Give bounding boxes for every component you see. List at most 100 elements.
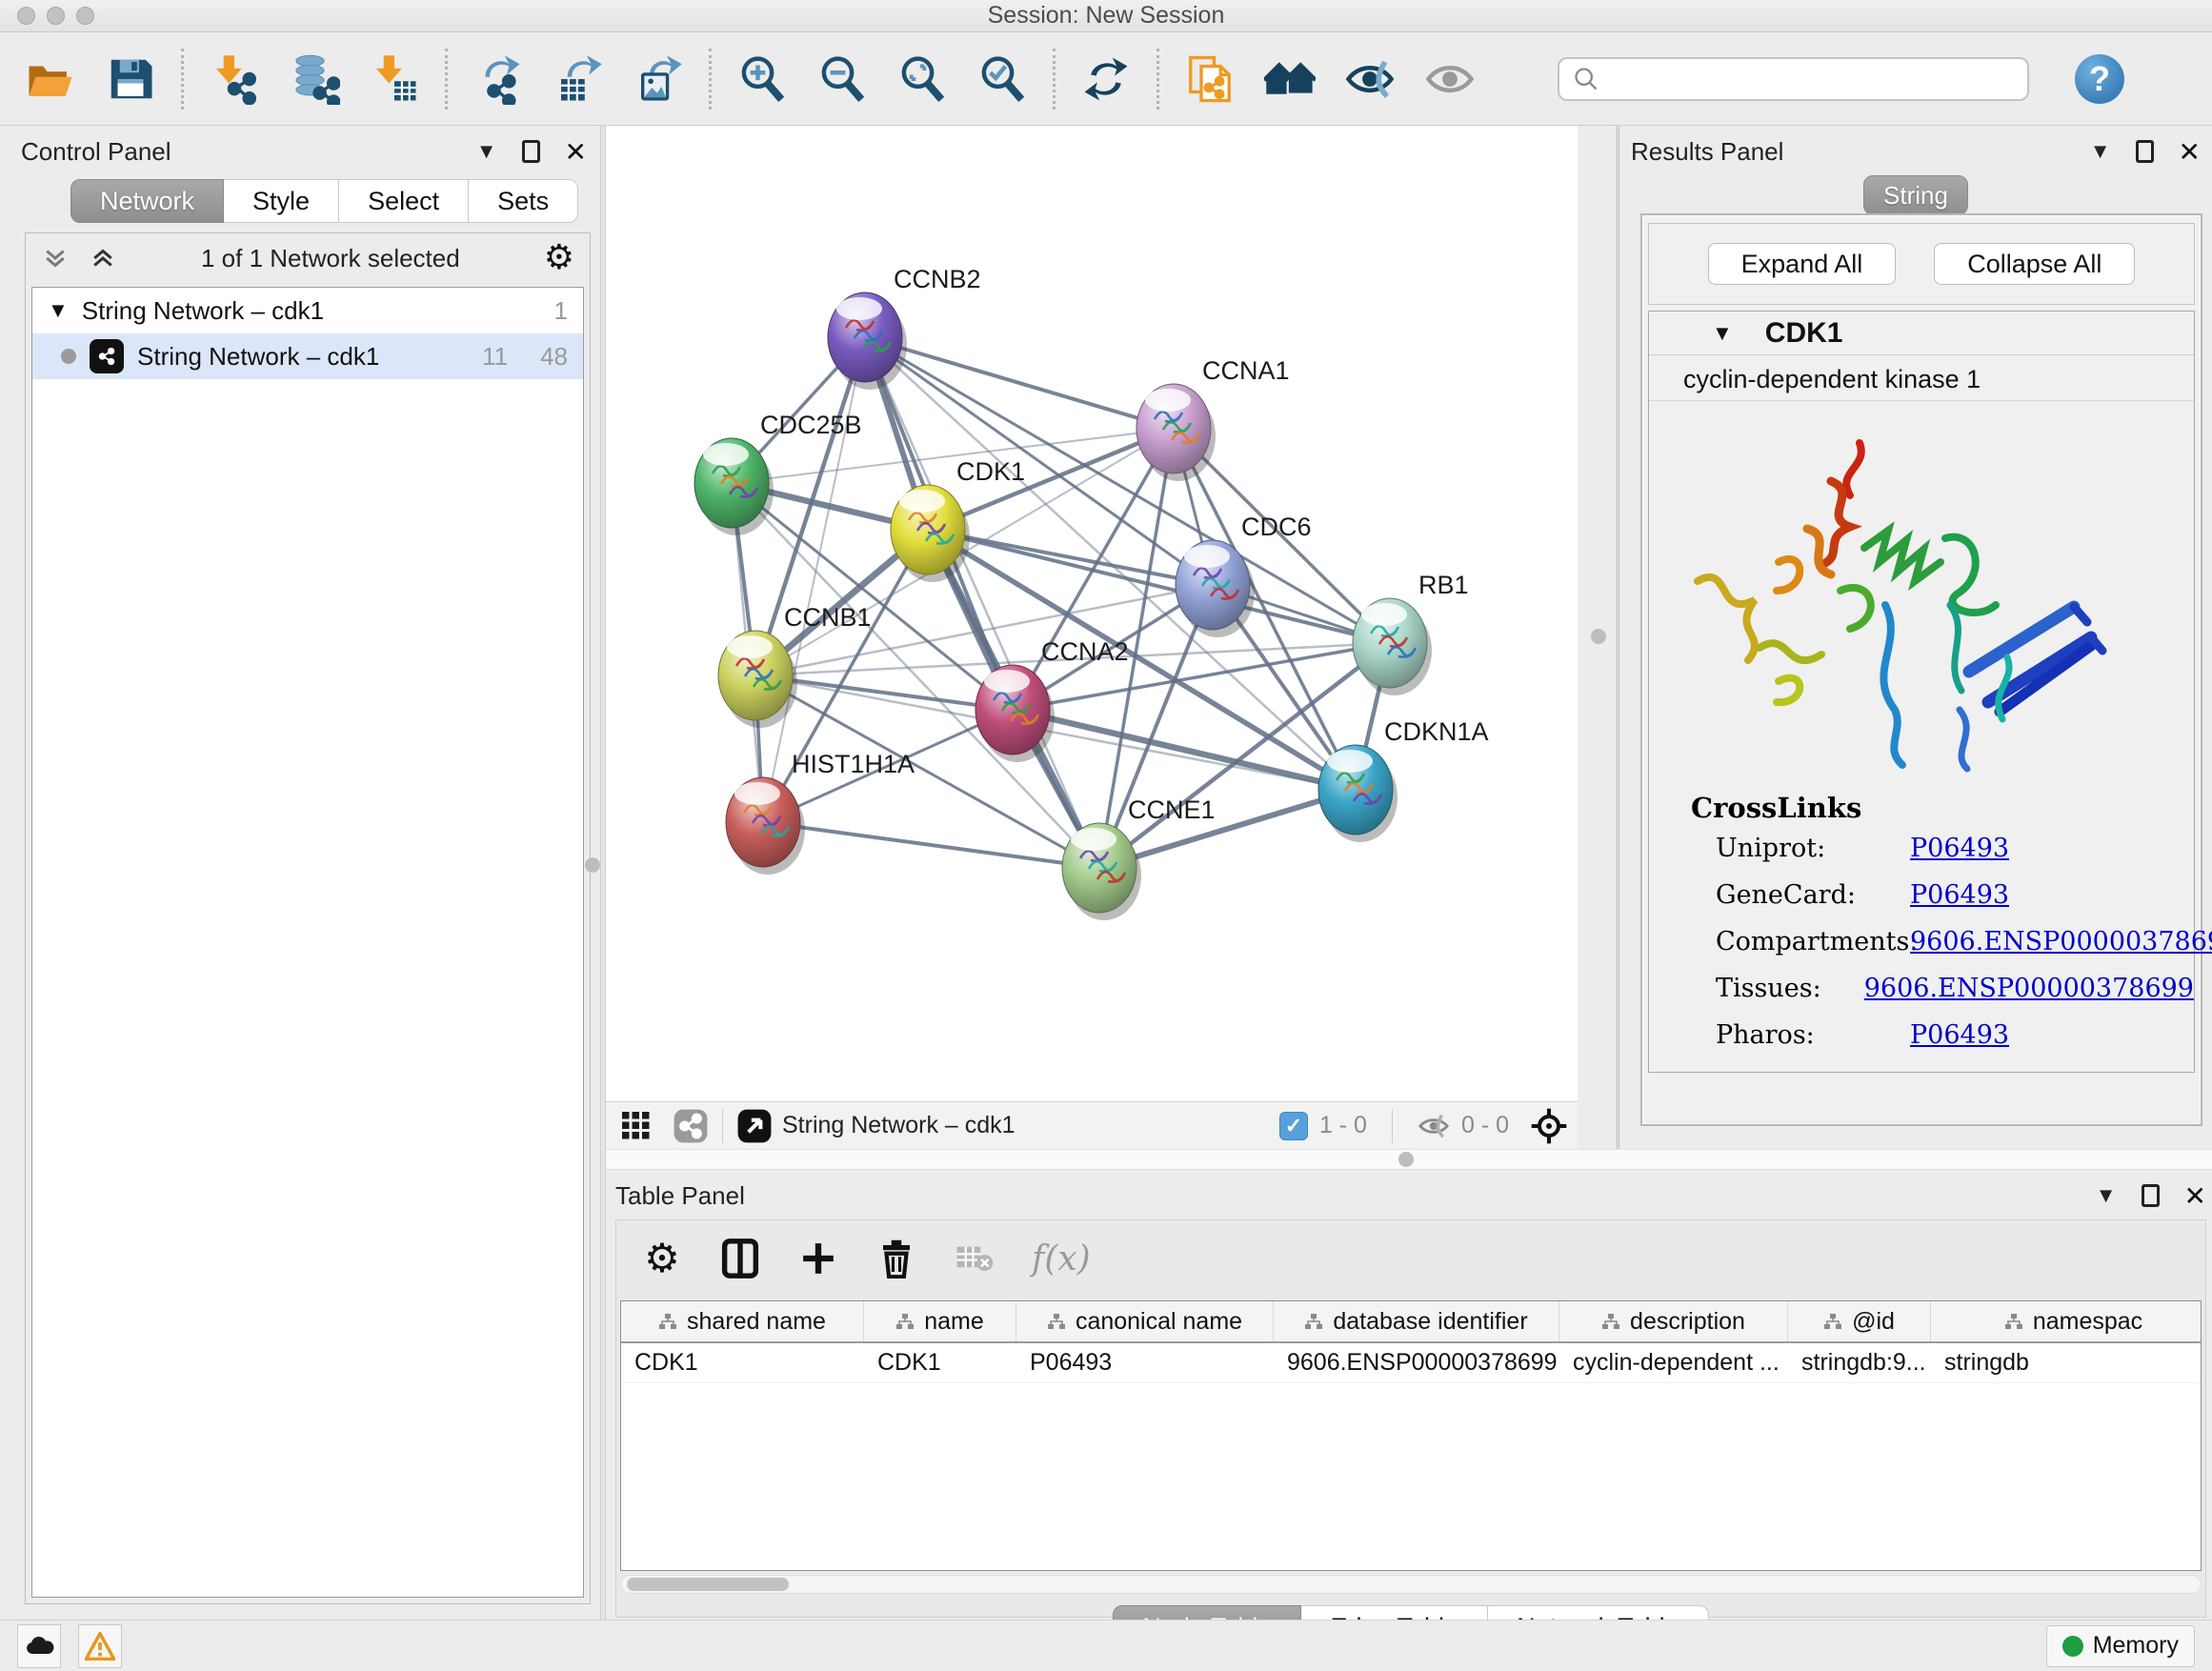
hide-selected-button[interactable] bbox=[1342, 51, 1398, 107]
save-session-button[interactable] bbox=[103, 51, 158, 107]
crosslink-label: Pharos: bbox=[1691, 1020, 1910, 1050]
cloud-status-button[interactable] bbox=[17, 1624, 61, 1668]
warnings-button[interactable] bbox=[78, 1624, 122, 1668]
delete-column-trash-icon[interactable] bbox=[875, 1238, 917, 1279]
birds-eye-toggle-icon[interactable] bbox=[736, 1108, 773, 1144]
memory-label: Memory bbox=[2093, 1632, 2179, 1660]
collapse-panel-icon[interactable]: ▼ bbox=[2090, 139, 2111, 164]
network-edge-HIST1H1A-CCNE1[interactable] bbox=[763, 822, 1099, 868]
column-header-canonical-name[interactable]: canonical name bbox=[1016, 1301, 1274, 1341]
scrollbar-thumb[interactable] bbox=[627, 1578, 789, 1591]
crosslink-link[interactable]: P06493 bbox=[1910, 834, 2009, 863]
collapse-all-icon[interactable] bbox=[41, 244, 70, 272]
network-node-RB1[interactable]: RB1 bbox=[1353, 571, 1469, 695]
show-all-button[interactable] bbox=[1422, 51, 1478, 107]
collapse-all-button[interactable]: Collapse All bbox=[1934, 243, 2135, 285]
memory-button[interactable]: Memory bbox=[2046, 1625, 2195, 1667]
network-edge-CCNB2-CCNE1[interactable] bbox=[865, 337, 1099, 868]
network-edge-CCNA2-CDKN1A[interactable] bbox=[1013, 710, 1356, 790]
hidden-eye-slash-icon[interactable] bbox=[1418, 1110, 1450, 1142]
search-wrap bbox=[1558, 57, 2029, 101]
network-label: String Network – cdk1 bbox=[137, 342, 379, 372]
crosslink-link[interactable]: P06493 bbox=[1910, 880, 2009, 910]
network-node-CDKN1A[interactable]: CDKN1A bbox=[1318, 717, 1489, 842]
new-network-from-selection-button[interactable] bbox=[1182, 51, 1237, 107]
cloud-icon bbox=[23, 1634, 55, 1659]
protein-expander-icon[interactable]: ▼ bbox=[1712, 321, 1733, 346]
import-network-file-button[interactable] bbox=[207, 51, 262, 107]
expand-all-icon[interactable] bbox=[89, 244, 117, 272]
copy-network-icon bbox=[1184, 53, 1236, 105]
help-button[interactable]: ? bbox=[2075, 54, 2124, 104]
close-panel-icon[interactable]: ✕ bbox=[565, 136, 587, 168]
collapse-panel-icon[interactable]: ▼ bbox=[2096, 1183, 2117, 1208]
search-icon bbox=[1573, 66, 1599, 92]
network-node-HIST1H1A[interactable]: HIST1H1A bbox=[726, 750, 915, 875]
eye-slash-icon bbox=[1344, 53, 1396, 105]
selected-counter: 1 - 0 bbox=[1319, 1112, 1367, 1139]
protein-structure-image bbox=[1664, 405, 2179, 786]
table-horizontal-scrollbar[interactable] bbox=[620, 1575, 2202, 1594]
network-node-CCNB2[interactable]: CCNB2 bbox=[828, 265, 981, 390]
tab-select[interactable]: Select bbox=[339, 179, 469, 223]
search-input[interactable] bbox=[1558, 57, 2029, 101]
bottom-splitter-handle[interactable] bbox=[1398, 1152, 1414, 1167]
network-row[interactable]: String Network – cdk1 11 48 bbox=[32, 333, 583, 379]
selected-nodes-checkbox[interactable]: ✓ bbox=[1279, 1112, 1308, 1140]
zoom-fit-button[interactable] bbox=[895, 51, 950, 107]
float-panel-icon[interactable] bbox=[2142, 1184, 2160, 1207]
column-header-label: name bbox=[924, 1308, 984, 1336]
zoom-in-button[interactable] bbox=[734, 51, 790, 107]
export-network-button[interactable] bbox=[471, 51, 526, 107]
table-row[interactable]: CDK1CDK1P064939606.ENSP00000378699cyclin… bbox=[621, 1343, 2201, 1383]
show-columns-icon[interactable] bbox=[719, 1238, 761, 1279]
network-collection-row[interactable]: ▼ String Network – cdk1 1 bbox=[32, 288, 583, 333]
crosslink-link[interactable]: 9606.ENSP00000378699 bbox=[1864, 974, 2194, 1003]
tab-network[interactable]: Network bbox=[70, 179, 224, 223]
column-header-label: description bbox=[1630, 1308, 1745, 1336]
tab-sets[interactable]: Sets bbox=[469, 179, 578, 223]
crosslink-link[interactable]: P06493 bbox=[1910, 1020, 2009, 1050]
network-options-gear-icon[interactable]: ⚙ bbox=[544, 241, 574, 275]
export-image-button[interactable] bbox=[631, 51, 686, 107]
add-column-icon[interactable] bbox=[797, 1238, 839, 1279]
crosslink-link[interactable]: 9606.ENSP00000378699 bbox=[1910, 927, 2212, 956]
table-options-gear-icon[interactable]: ⚙ bbox=[641, 1238, 683, 1279]
column-header-namespac[interactable]: namespac bbox=[1931, 1301, 2202, 1341]
import-network-database-button[interactable] bbox=[287, 51, 342, 107]
table-toolbar: ⚙ f(x) bbox=[616, 1220, 2205, 1297]
network-node-CCNA2[interactable]: CCNA2 bbox=[975, 637, 1129, 762]
collapse-panel-icon[interactable]: ▼ bbox=[476, 139, 497, 164]
column-header-name[interactable]: name bbox=[864, 1301, 1016, 1341]
grid-view-icon[interactable] bbox=[619, 1109, 654, 1143]
zoom-selected-button[interactable] bbox=[975, 51, 1030, 107]
close-panel-icon[interactable]: ✕ bbox=[2179, 136, 2201, 168]
network-view-icon[interactable] bbox=[673, 1108, 709, 1144]
right-splitter-handle[interactable] bbox=[1591, 629, 1606, 644]
network-node-CCNA1[interactable]: CCNA1 bbox=[1136, 356, 1290, 481]
float-panel-icon[interactable] bbox=[2136, 140, 2154, 163]
export-table-button[interactable] bbox=[551, 51, 606, 107]
fit-selected-crosshair-icon[interactable] bbox=[1530, 1107, 1568, 1145]
network-node-CCNB1[interactable]: CCNB1 bbox=[718, 603, 872, 728]
left-splitter-handle[interactable] bbox=[585, 857, 600, 873]
column-header-description[interactable]: description bbox=[1559, 1301, 1788, 1341]
tab-style[interactable]: Style bbox=[224, 179, 339, 223]
column-header-@id[interactable]: @id bbox=[1788, 1301, 1931, 1341]
network-canvas[interactable]: CCNB2CCNA1CDC25BCDK1CDC6RB1CCNB1CCNA2CDK… bbox=[606, 126, 1578, 1101]
float-panel-icon[interactable] bbox=[522, 140, 540, 163]
column-header-shared-name[interactable]: shared name bbox=[621, 1301, 864, 1341]
column-header-database-identifier[interactable]: database identifier bbox=[1274, 1301, 1559, 1341]
open-session-button[interactable] bbox=[23, 51, 78, 107]
close-panel-icon[interactable]: ✕ bbox=[2184, 1180, 2206, 1212]
collection-expander-icon[interactable]: ▼ bbox=[48, 298, 69, 323]
update-network-button[interactable] bbox=[1078, 51, 1134, 107]
import-table-file-button[interactable] bbox=[367, 51, 422, 107]
function-builder-icon: f(x) bbox=[1032, 1239, 1091, 1278]
crosslink-label: Tissues: bbox=[1691, 974, 1864, 1003]
zoom-out-button[interactable] bbox=[814, 51, 870, 107]
first-neighbors-button[interactable] bbox=[1262, 51, 1317, 107]
expand-all-button[interactable]: Expand All bbox=[1708, 243, 1897, 285]
network-edge-CCNB2-CCNA1[interactable] bbox=[865, 337, 1174, 429]
tab-string[interactable]: String bbox=[1863, 175, 1968, 215]
